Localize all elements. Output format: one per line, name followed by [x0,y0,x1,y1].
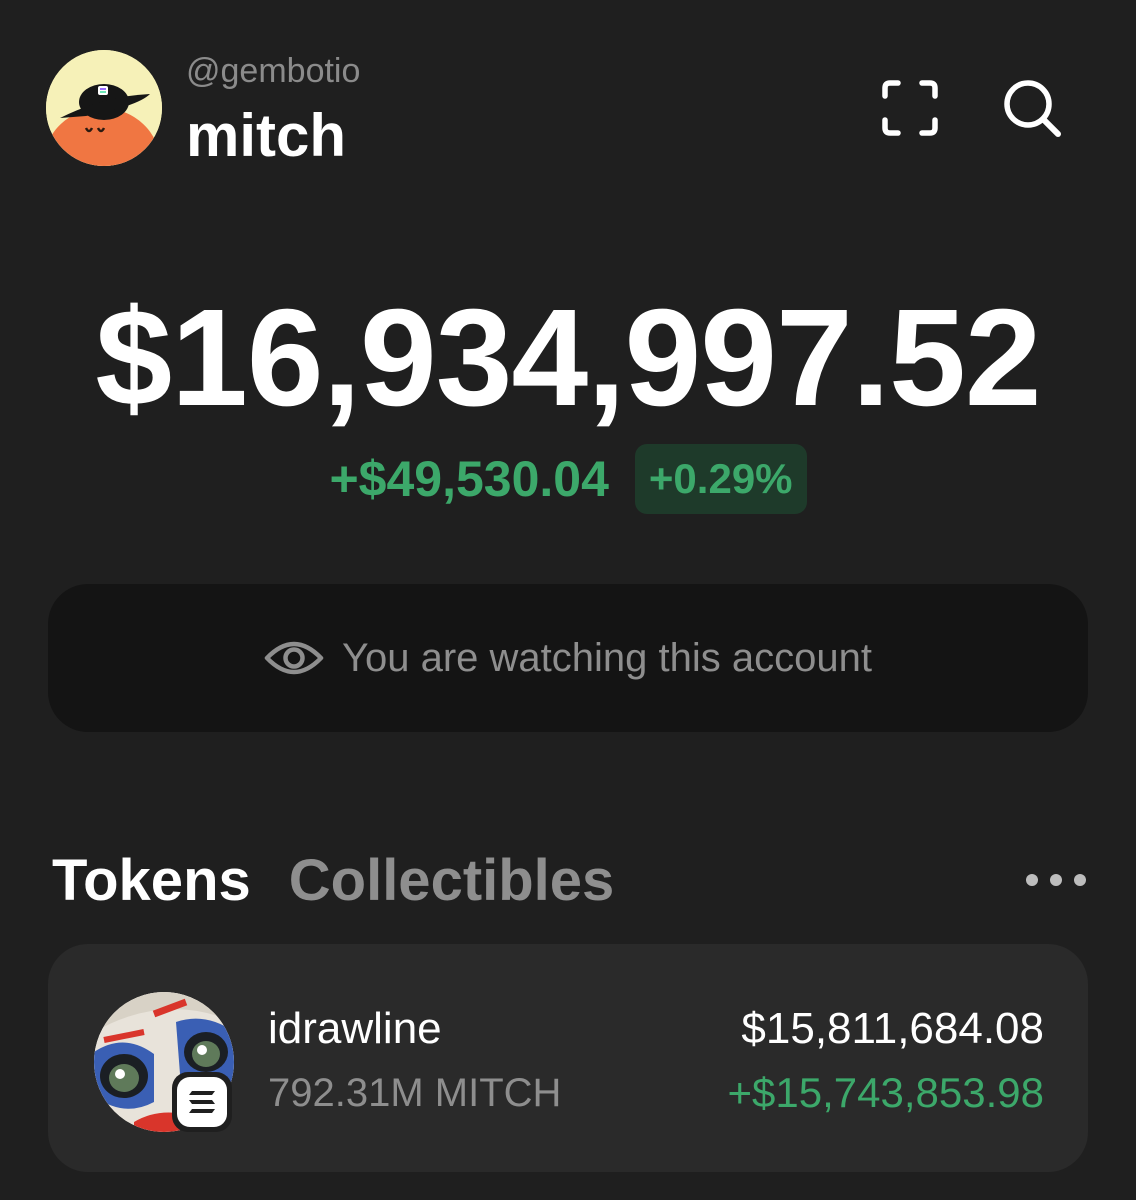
token-amount: 792.31M MITCH [268,1071,562,1115]
more-options-button[interactable] [1026,866,1086,894]
token-change: +$15,743,853.98 [727,1069,1044,1116]
tab-collectibles[interactable]: Collectibles [289,846,615,916]
balance-change-row: +$49,530.04 +0.29% [0,444,1136,514]
wallet-screen: @gembotio mitch $16,934,997.52 +$49,530.… [0,0,1136,1200]
token-name: idrawline [268,1004,442,1053]
profile-avatar[interactable] [46,50,162,166]
asset-tabs: Tokens Collectibles [52,846,614,916]
more-horizontal-icon-dot [1074,874,1086,886]
tab-tokens[interactable]: Tokens [52,846,251,916]
more-horizontal-icon-dot [1050,874,1062,886]
total-balance: $16,934,997.52 [95,281,1041,435]
watching-account-banner: You are watching this account [48,584,1088,732]
balance-change-percent-badge: +0.29% [634,444,807,514]
scan-frame-icon [882,80,938,136]
account-handle: @gembotio [186,52,361,90]
token-value: $15,811,684.08 [741,1004,1044,1053]
balance-change-value: +$49,530.04 [329,451,609,507]
search-icon [1004,80,1061,137]
scan-button[interactable] [878,76,942,140]
eye-icon [264,641,324,675]
solana-icon [189,1091,215,1113]
search-button[interactable] [1000,76,1064,140]
chain-badge [172,1072,232,1132]
token-row[interactable]: idrawline 792.31M MITCH $15,811,684.08 +… [48,944,1088,1172]
avatar-illustration [46,50,162,166]
more-horizontal-icon-dot [1026,874,1038,886]
account-username[interactable]: mitch [186,100,346,172]
watching-account-text: You are watching this account [342,635,872,680]
